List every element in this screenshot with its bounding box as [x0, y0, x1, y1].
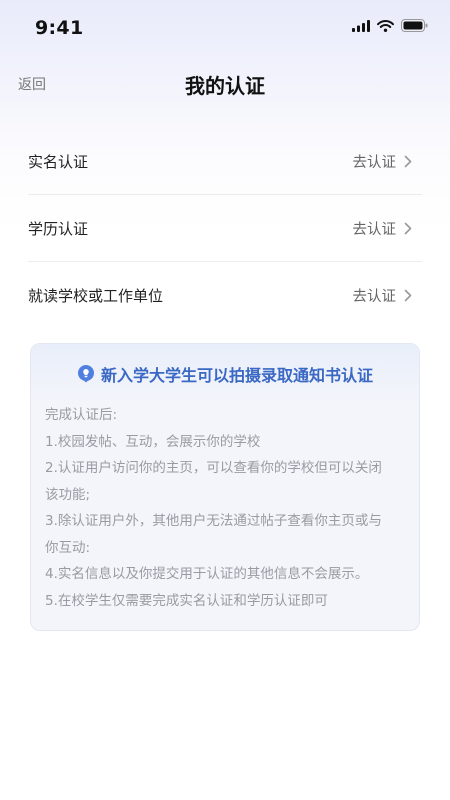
info-line: 3.除认证用户外，其他用户无法通过帖子查看你主页或与 — [45, 513, 382, 529]
chevron-right-icon — [404, 222, 412, 234]
info-line: 2.认证用户访问你的主页，可以查看你的学校但可以关闭 — [45, 460, 382, 476]
page-title: 我的认证 — [185, 74, 265, 98]
info-card-body: 完成认证后: 1.校园发帖、互动，会展示你的学校 2.认证用户访问你的主页，可以… — [45, 402, 411, 614]
cert-action[interactable]: 去认证 — [353, 218, 423, 239]
cert-action[interactable]: 去认证 — [353, 285, 423, 306]
info-line: 1.校园发帖、互动，会展示你的学校 — [45, 433, 261, 450]
cert-row-education[interactable]: 学历认证 去认证 — [28, 195, 422, 262]
status-time: 9:41 — [35, 17, 84, 39]
nav-bar: 返回 我的认证 — [0, 60, 450, 108]
cert-row-school-or-employer[interactable]: 就读学校或工作单位 去认证 — [28, 262, 422, 328]
info-line: 你互动: — [45, 539, 91, 556]
info-line: 4.实名信息以及你提交用于认证的其他信息不会展示。 — [45, 566, 369, 582]
cert-action-label: 去认证 — [352, 288, 397, 305]
chevron-right-icon — [404, 155, 412, 167]
info-line: 该功能; — [45, 486, 91, 503]
cert-action[interactable]: 去认证 — [353, 151, 423, 172]
info-line: 5.在校学生仅需要完成实名认证和学历认证即可 — [45, 592, 328, 609]
info-card: 新入学大学生可以拍摄录取通知书认证 完成认证后: 1.校园发帖、互动，会展示你的… — [30, 343, 420, 631]
battery-icon — [401, 19, 428, 32]
cert-action-label: 去认证 — [352, 154, 397, 171]
certification-list: 实名认证 去认证 学历认证 去认证 就读学校或工作单位 去认证 — [28, 128, 422, 328]
info-card-header-text[interactable]: 新入学大学生可以拍摄录取通知书认证 — [101, 362, 373, 386]
chevron-right-icon — [404, 289, 412, 301]
cert-name: 学历认证 — [28, 219, 89, 238]
cert-row-real-name[interactable]: 实名认证 去认证 — [28, 128, 422, 195]
status-bar: 9:41 — [0, 0, 450, 54]
status-icons — [352, 19, 428, 32]
cellular-signal-icon — [352, 19, 370, 32]
lightbulb-icon — [77, 365, 94, 383]
cert-name: 实名认证 — [28, 152, 89, 171]
info-card-header[interactable]: 新入学大学生可以拍摄录取通知书认证 — [31, 344, 419, 404]
cert-action-label: 去认证 — [352, 221, 397, 238]
wifi-icon — [377, 19, 394, 32]
cert-name: 就读学校或工作单位 — [28, 286, 164, 305]
info-line: 完成认证后: — [45, 407, 118, 423]
